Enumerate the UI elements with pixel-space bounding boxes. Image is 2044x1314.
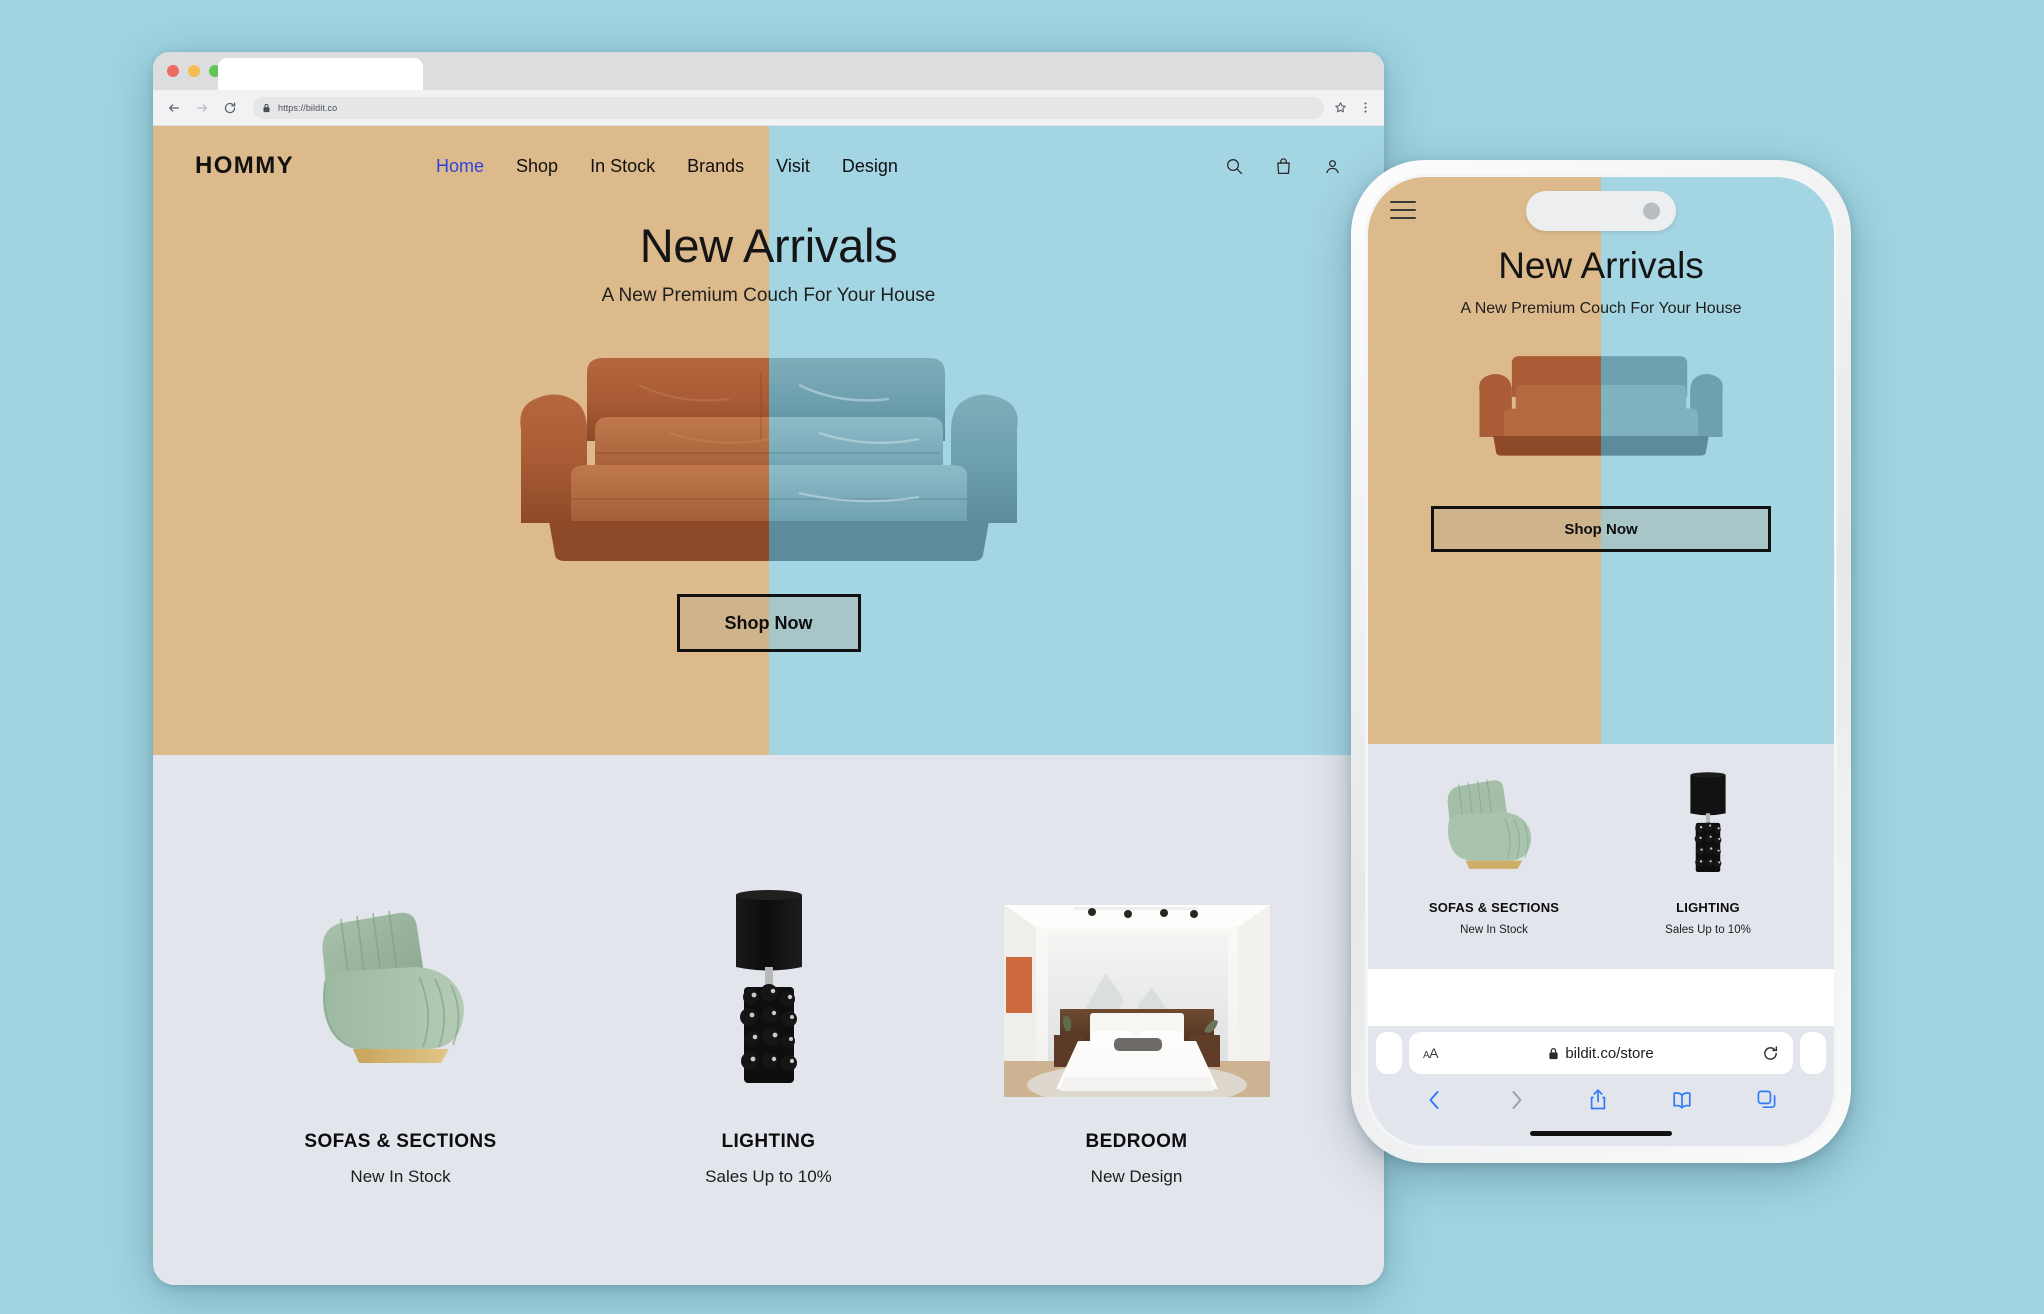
phone-sage-chair-image <box>1409 768 1579 880</box>
phone-hero-section: New Arrivals A New Premium Couch For You… <box>1368 177 1834 744</box>
address-bar-url: https://bildit.co <box>278 102 338 113</box>
phone-mockup: New Arrivals A New Premium Couch For You… <box>1351 160 1851 1163</box>
sage-chair-image <box>245 855 557 1097</box>
phone-product-card-lighting[interactable]: LIGHTING Sales Up to 10% <box>1623 768 1793 969</box>
phone-product-card-sofas[interactable]: SOFAS & SECTIONS New In Stock <box>1409 768 1579 969</box>
phone-product-subtitle: Sales Up to 10% <box>1665 924 1751 936</box>
safari-prev-tab-card[interactable] <box>1376 1032 1402 1074</box>
phone-product-title: SOFAS & SECTIONS <box>1428 900 1560 915</box>
search-icon[interactable] <box>1225 157 1244 176</box>
browser-titlebar <box>153 52 1384 90</box>
product-title: SOFAS & SECTIONS <box>304 1131 497 1152</box>
product-subtitle: New In Stock <box>350 1167 451 1186</box>
minimize-window-button[interactable] <box>188 65 200 77</box>
dynamic-island <box>1526 191 1676 231</box>
tabs-icon[interactable] <box>1756 1089 1777 1110</box>
back-chevron-icon[interactable] <box>1425 1089 1444 1111</box>
text-size-icon[interactable]: AA <box>1423 1045 1439 1061</box>
safari-url-text: bildit.co/store <box>1565 1044 1654 1062</box>
reload-icon[interactable] <box>221 99 239 117</box>
phone-product-categories: SOFAS & SECTIONS New In Stock LIGHTING S… <box>1368 744 1834 969</box>
window-traffic-lights <box>167 65 221 77</box>
safari-url-display: bildit.co/store <box>1409 1045 1793 1062</box>
user-account-icon[interactable] <box>1323 157 1342 176</box>
share-icon[interactable] <box>1588 1088 1608 1111</box>
site-header: HOMMY Home Shop In Stock Brands Visit De… <box>153 126 1384 206</box>
product-subtitle: Sales Up to 10% <box>705 1167 832 1186</box>
safari-bottom-bar: AA bildit.co/store <box>1368 1026 1834 1146</box>
black-lamp-image <box>613 855 925 1097</box>
star-icon[interactable] <box>1334 101 1347 114</box>
phone-shop-now-button[interactable]: Shop Now <box>1431 506 1771 552</box>
safari-toolbar <box>1368 1074 1834 1117</box>
phone-hero-sofa-image <box>1463 340 1739 460</box>
browser-toolbar: https://bildit.co <box>153 90 1384 126</box>
phone-product-title: LIGHTING <box>1676 900 1740 915</box>
nav-item-home[interactable]: Home <box>436 156 484 177</box>
hero-shop-now-button[interactable]: Shop Now <box>676 594 861 652</box>
safari-url-row: AA bildit.co/store <box>1368 1032 1834 1074</box>
product-card-bedroom[interactable]: BEDROOM New Design <box>981 855 1293 1187</box>
phone-hero-subtitle: A New Premium Couch For Your House <box>1460 300 1742 317</box>
front-camera-icon <box>1643 202 1660 220</box>
lock-icon <box>262 103 271 113</box>
phone-product-subtitle: New In Stock <box>1460 924 1528 936</box>
lock-icon <box>1548 1047 1559 1060</box>
phone-hero-title: New Arrivals <box>1498 245 1704 286</box>
nav-item-visit[interactable]: Visit <box>776 156 810 177</box>
hero-sofa-image <box>499 325 1039 570</box>
safari-next-tab-card[interactable] <box>1800 1032 1826 1074</box>
product-categories-section: SOFAS & SECTIONS New In Stock LIGHTING S… <box>153 755 1384 1285</box>
product-card-sofas[interactable]: SOFAS & SECTIONS New In Stock <box>245 855 557 1187</box>
nav-item-shop[interactable]: Shop <box>516 156 558 177</box>
product-card-lighting[interactable]: LIGHTING Sales Up to 10% <box>613 855 925 1187</box>
text-size-label-large: A <box>1429 1045 1439 1061</box>
browser-tab[interactable] <box>218 58 423 90</box>
phone-screen: New Arrivals A New Premium Couch For You… <box>1365 174 1837 1149</box>
product-subtitle: New Design <box>1090 1167 1183 1186</box>
hamburger-menu-icon[interactable] <box>1390 201 1416 219</box>
main-navigation: Home Shop In Stock Brands Visit Design <box>436 156 898 177</box>
hero-subtitle: A New Premium Couch For Your House <box>601 285 936 306</box>
nav-item-design[interactable]: Design <box>842 156 898 177</box>
address-bar[interactable]: https://bildit.co <box>253 96 1324 119</box>
shopping-bag-icon[interactable] <box>1274 157 1293 176</box>
product-title: BEDROOM <box>1085 1131 1188 1152</box>
desktop-browser-window: https://bildit.co HOMMY Home Shop In Sto… <box>153 52 1384 1285</box>
nav-item-brands[interactable]: Brands <box>687 156 744 177</box>
nav-item-in-stock[interactable]: In Stock <box>590 156 655 177</box>
reload-icon[interactable] <box>1762 1045 1779 1062</box>
close-window-button[interactable] <box>167 65 179 77</box>
back-arrow-icon[interactable] <box>165 99 183 117</box>
hero-text-block: New Arrivals A New Premium Couch For You… <box>153 206 1384 307</box>
phone-black-lamp-image <box>1623 768 1793 880</box>
bookmarks-icon[interactable] <box>1671 1089 1693 1111</box>
forward-chevron-icon[interactable] <box>1507 1089 1526 1111</box>
product-title: LIGHTING <box>721 1131 816 1152</box>
toolbar-actions <box>1334 101 1372 114</box>
safari-address-bar[interactable]: AA bildit.co/store <box>1409 1032 1793 1074</box>
site-logo[interactable]: HOMMY <box>195 152 294 180</box>
hero-section: HOMMY Home Shop In Stock Brands Visit De… <box>153 126 1384 755</box>
website-viewport: HOMMY Home Shop In Stock Brands Visit De… <box>153 126 1384 1285</box>
bedroom-photo <box>981 855 1293 1097</box>
header-action-icons <box>1225 157 1342 176</box>
forward-arrow-icon[interactable] <box>193 99 211 117</box>
hero-title: New Arrivals <box>639 219 898 272</box>
home-indicator <box>1530 1131 1672 1136</box>
kebab-menu-icon[interactable] <box>1359 101 1372 114</box>
